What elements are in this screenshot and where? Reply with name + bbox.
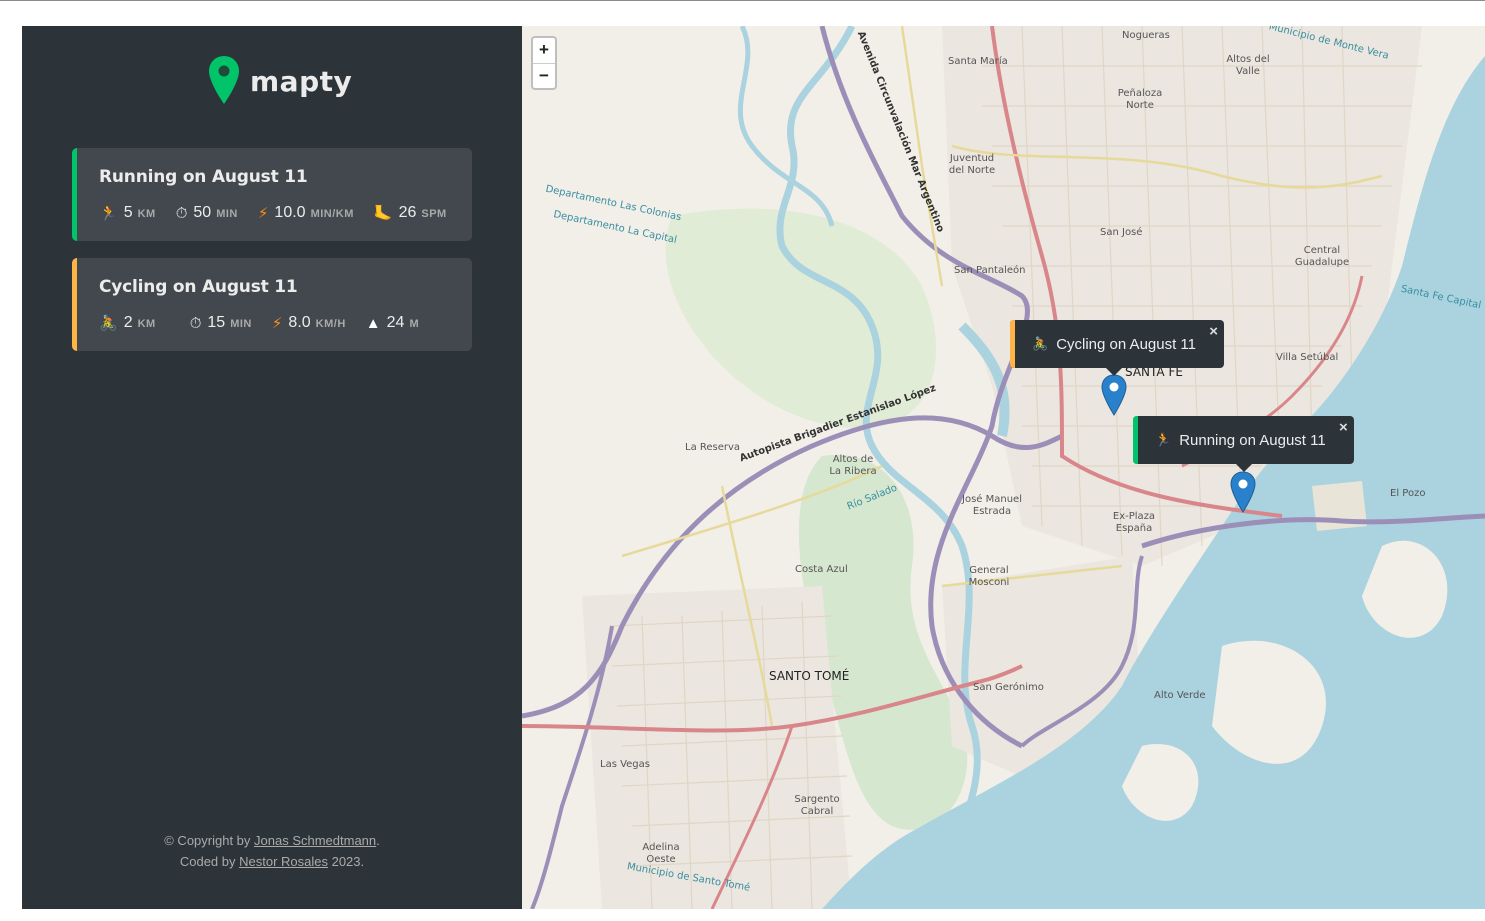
map-label-jose-manuel-estrada: José Manuel Estrada: [962, 494, 1022, 517]
map-label-ex-plaza-espana: Ex-Plaza España: [1112, 511, 1156, 534]
popup-tip: [1106, 368, 1122, 376]
map-label-adelina-oeste: Adelina Oeste: [642, 842, 680, 865]
map-label-santa-maria: Santa María: [948, 56, 1008, 67]
popup-tip: [1236, 464, 1252, 472]
copyright-prefix: © Copyright by: [164, 833, 255, 848]
cadence-value: 26: [398, 204, 417, 221]
workout-title: Cycling on August 11: [99, 277, 298, 297]
popup-type-bar: [1133, 416, 1138, 464]
workout-distance: 🚴 2 KM: [99, 313, 156, 332]
map-label-el-pozo: El Pozo: [1390, 488, 1426, 499]
pace-value: 10.0: [274, 204, 306, 221]
workout-duration: ⏱ 15 MIN: [190, 314, 252, 332]
distance-value: 2: [123, 314, 133, 331]
stopwatch-icon: ⏱: [189, 315, 202, 332]
map-label-penaloza-norte: Peñaloza Norte: [1117, 88, 1163, 111]
mountain-icon: ▲: [365, 315, 381, 332]
map-marker-running[interactable]: [1230, 471, 1256, 513]
workout-item-running[interactable]: Running on August 11 🏃 5 KM ⏱ 50 MIN ⚡ 1…: [72, 148, 472, 241]
popup-text: Cycling on August 11: [1056, 335, 1196, 353]
running-icon: 🏃: [99, 205, 118, 222]
workout-duration: ⏱ 50 MIN: [176, 204, 238, 222]
duration-value: 50: [193, 204, 212, 221]
workout-speed: ⚡ 8.0 KM/H: [272, 313, 346, 332]
map-label-alto-verde: Alto Verde: [1154, 690, 1206, 701]
pace-unit: MIN/KM: [310, 208, 354, 220]
map-label-san-pantaleon: San Pantaleón: [954, 265, 1026, 276]
cycling-icon: 🚴: [99, 315, 118, 332]
workout-distance: 🏃 5 KM: [99, 203, 156, 222]
cadence-unit: SPM: [421, 208, 447, 220]
workout-details: 🏃 5 KM ⏱ 50 MIN ⚡ 10.0 MIN/KM 🦶 26 SPM: [99, 203, 467, 222]
distance-value: 5: [123, 204, 133, 221]
map-marker-cycling[interactable]: [1101, 374, 1127, 416]
workout-pace: ⚡ 10.0 MIN/KM: [258, 203, 354, 222]
workout-type-bar: [72, 148, 77, 241]
map-tiles[interactable]: [522, 26, 1485, 909]
map-label-nogueras: Nogueras: [1122, 30, 1170, 41]
popup-close-button[interactable]: ×: [1339, 419, 1348, 436]
map-label-costa-azul: Costa Azul: [795, 564, 848, 575]
workout-type-bar: [72, 258, 77, 351]
popup-running[interactable]: 🏃 Running on August 11 ×: [1133, 416, 1354, 472]
running-icon: 🏃: [1155, 432, 1172, 447]
coded-by-prefix: Coded by: [179, 854, 240, 869]
app-name: mapty: [250, 64, 353, 98]
map-label-la-reserva: La Reserva: [685, 442, 741, 453]
map-label-altos-de-la-ribera: Altos de La Ribera: [829, 454, 877, 477]
workout-cadence: 🦶 26 SPM: [374, 203, 447, 222]
map-label-santo-tome: SANTO TOMÉ: [769, 669, 850, 683]
duration-value: 15: [207, 314, 226, 331]
copyright: © Copyright by Jonas Schmedtmann. Coded …: [22, 830, 522, 872]
map-label-altos-del-valle: Altos del Valle: [1226, 54, 1270, 77]
copyright-line: © Copyright by Jonas Schmedtmann.: [22, 830, 522, 851]
stopwatch-icon: ⏱: [175, 205, 188, 222]
app-logo: mapty: [208, 54, 352, 108]
map-label-juventud-del-norte: Juventud del Norte: [948, 153, 996, 176]
map-label-villa-setubal: Villa Setúbal: [1276, 352, 1339, 363]
lightning-icon: ⚡: [257, 205, 269, 222]
foot-icon: 🦶: [373, 205, 393, 222]
popup-type-bar: [1010, 320, 1015, 368]
map-label-sargento-cabral: Sargento Cabral: [794, 794, 840, 817]
workout-details: 🚴 2 KM ⏱ 15 MIN ⚡ 8.0 KM/H ▲ 24 M: [99, 313, 439, 332]
duration-unit: MIN: [230, 318, 252, 330]
top-border: [0, 0, 1485, 1]
map-label-san-jose: San José: [1100, 227, 1143, 238]
copyright-suffix: .: [376, 833, 380, 848]
distance-unit: KM: [137, 208, 156, 220]
workout-elevation: ▲ 24 M: [366, 314, 419, 332]
popup-close-button[interactable]: ×: [1209, 323, 1218, 340]
coded-by-line: Coded by Nestor Rosales 2023.: [22, 851, 522, 872]
distance-unit: KM: [137, 318, 156, 330]
speed-unit: KM/H: [315, 318, 346, 330]
zoom-out-button[interactable]: −: [533, 63, 555, 88]
popup-cycling[interactable]: 🚴 Cycling on August 11 ×: [1010, 320, 1224, 376]
coded-by-suffix: 2023.: [327, 854, 365, 869]
elevation-value: 24: [386, 314, 405, 331]
coder-link[interactable]: Nestor Rosales: [239, 854, 328, 869]
author-link[interactable]: Jonas Schmedtmann: [254, 833, 376, 848]
duration-unit: MIN: [216, 208, 238, 220]
map-label-las-vegas: Las Vegas: [600, 759, 650, 770]
map[interactable]: Nogueras Santa María Altos del Valle Peñ…: [522, 26, 1485, 909]
workout-item-cycling[interactable]: Cycling on August 11 🚴 2 KM ⏱ 15 MIN ⚡ 8…: [72, 258, 472, 351]
map-label-general-mosconi: General Mosconi: [968, 565, 1010, 588]
map-label-central-guadalupe: Central Guadalupe: [1294, 245, 1350, 268]
map-label-san-geronimo: San Gerónimo: [973, 682, 1044, 693]
zoom-in-button[interactable]: +: [533, 38, 555, 63]
lightning-icon: ⚡: [271, 315, 283, 332]
cycling-icon: 🚴: [1032, 336, 1049, 351]
zoom-control: + −: [531, 36, 557, 90]
elevation-unit: M: [409, 318, 420, 330]
sidebar: mapty Running on August 11 🏃 5 KM ⏱ 50 M…: [22, 26, 522, 909]
popup-text: Running on August 11: [1179, 431, 1326, 449]
workout-title: Running on August 11: [99, 167, 308, 187]
speed-value: 8.0: [288, 314, 311, 331]
map-pin-logo-icon: [209, 56, 239, 104]
